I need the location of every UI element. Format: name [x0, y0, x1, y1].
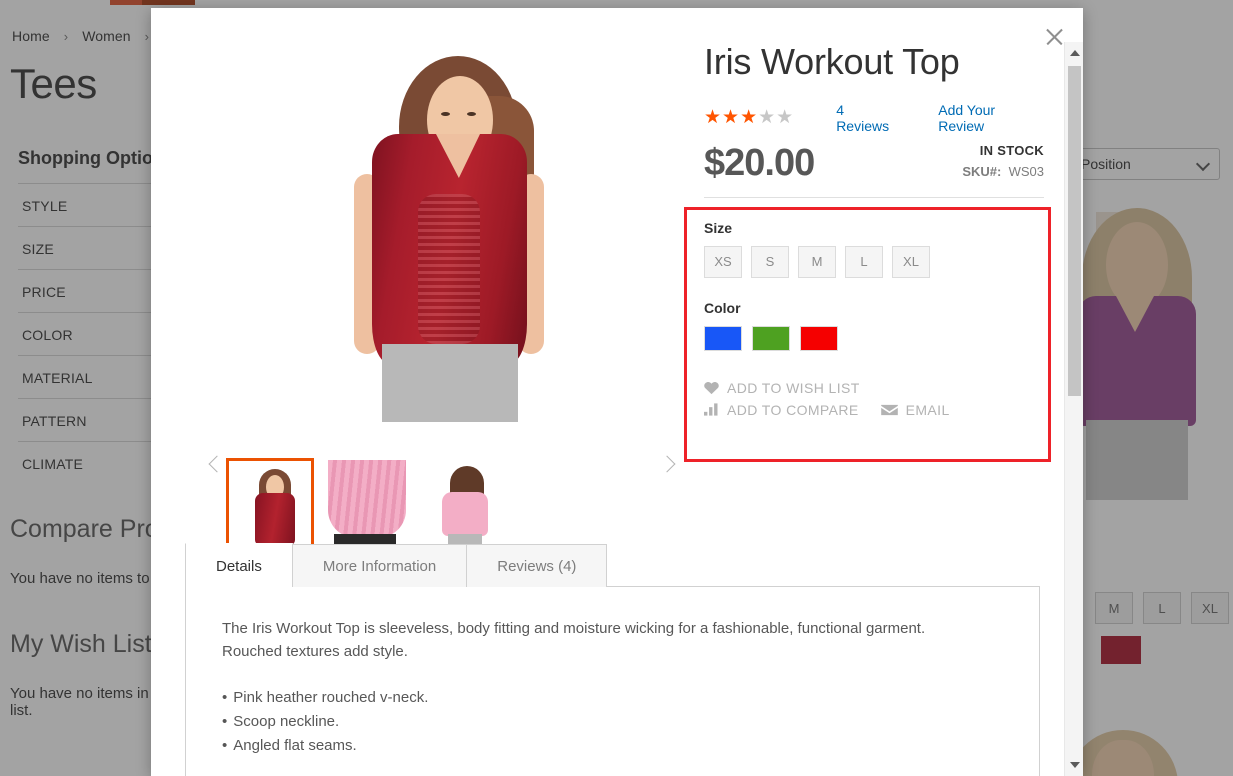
color-swatch-red[interactable]: [800, 325, 838, 351]
details-bullet-3: Angled flat seams.: [222, 734, 1005, 758]
stock-status-badge: IN STOCK: [979, 142, 1044, 158]
tab-more-information[interactable]: More Information: [292, 544, 468, 587]
add-to-wish-list-button[interactable]: ADD TO WISH LIST: [704, 377, 860, 399]
size-swatch-m[interactable]: M: [798, 245, 836, 278]
sku-value: WS03: [1008, 163, 1044, 179]
thumb1-top-shape: [255, 493, 295, 545]
color-swatch-list: [704, 325, 1044, 351]
gallery-thumbnail-1[interactable]: [226, 458, 314, 556]
product-options: Size XS S M L XL Color: [704, 220, 1044, 351]
email-button[interactable]: EMAIL: [880, 399, 950, 421]
product-info: Iris Workout Top ★★★★★ 4 Reviews Add You…: [704, 42, 1044, 421]
product-price: $20.00: [704, 141, 815, 184]
color-swatch-blue[interactable]: [704, 325, 742, 351]
thumb2-fabric-shape: [328, 460, 406, 538]
rating-row: ★★★★★ 4 Reviews Add Your Review: [704, 102, 1044, 134]
scroll-up-arrow-icon[interactable]: [1070, 50, 1080, 56]
action-row-wishlist: ADD TO WISH LIST: [704, 377, 1044, 399]
envelope-icon: [880, 404, 898, 416]
main-model-eye-right: [467, 112, 476, 116]
modal-scrollbar[interactable]: [1064, 42, 1083, 776]
gallery-thumbnail-3[interactable]: [418, 458, 506, 556]
main-product-ruching-texture: [418, 194, 480, 344]
size-swatch-xl[interactable]: XL: [892, 245, 930, 278]
stock-info: IN STOCK SKU#: WS03: [962, 143, 1044, 185]
size-swatch-l[interactable]: L: [845, 245, 883, 278]
price-row: $20.00 IN STOCK SKU#: WS03: [704, 142, 1044, 185]
add-to-wish-list-label: ADD TO WISH LIST: [727, 379, 860, 396]
add-to-compare-button[interactable]: ADD TO COMPARE: [704, 399, 859, 421]
color-option-label: Color: [704, 299, 741, 316]
main-model-pants-shape: [382, 344, 518, 422]
size-swatch-list: XS S M L XL: [704, 245, 1044, 278]
gallery-thumbnails: [226, 458, 506, 556]
details-bullet-2: Scoop neckline.: [222, 710, 1005, 734]
thumb3-top-shape: [442, 492, 488, 536]
gallery-thumbnail-2[interactable]: [322, 458, 410, 556]
scroll-down-arrow-icon[interactable]: [1070, 762, 1080, 768]
modal-scrollbar-thumb[interactable]: [1068, 66, 1081, 396]
size-swatch-xs[interactable]: XS: [704, 245, 742, 278]
product-sku: SKU#: WS03: [962, 164, 1044, 179]
reviews-count-link[interactable]: 4 Reviews: [836, 102, 900, 134]
quick-view-modal: Iris Workout Top ★★★★★ 4 Reviews Add You…: [151, 8, 1083, 776]
product-actions: ADD TO WISH LIST ADD TO COMPARE EMAIL: [704, 377, 1044, 421]
details-bullet-list: Pink heather rouched v-neck. Scoop neckl…: [222, 686, 1005, 758]
bar-chart-icon: [704, 403, 719, 416]
tab-reviews[interactable]: Reviews (4): [467, 544, 608, 587]
product-tabs: Details More Information Reviews (4) The…: [185, 543, 1040, 776]
info-divider: [704, 196, 1044, 198]
add-to-compare-label: ADD TO COMPARE: [727, 401, 859, 418]
action-row-compare-email: ADD TO COMPARE EMAIL: [704, 399, 1044, 421]
size-option-label: Size: [704, 219, 733, 236]
size-swatch-s[interactable]: S: [751, 245, 789, 278]
main-product-top-shape: [372, 134, 527, 364]
email-label: EMAIL: [905, 401, 950, 418]
tab-panel-details: The Iris Workout Top is sleeveless, body…: [185, 587, 1040, 776]
color-swatch-green[interactable]: [752, 325, 790, 351]
details-bullet-1: Pink heather rouched v-neck.: [222, 686, 1005, 710]
tab-details[interactable]: Details: [185, 543, 293, 587]
sku-label: SKU#:: [962, 163, 1002, 179]
heart-icon: [704, 381, 719, 395]
tab-list: Details More Information Reviews (4): [185, 543, 1040, 587]
gallery-prev-arrow-icon[interactable]: [206, 454, 228, 476]
gallery-next-arrow-icon[interactable]: [656, 454, 678, 476]
rating-stars[interactable]: ★★★★★: [704, 108, 794, 127]
main-product-image[interactable]: [196, 44, 698, 422]
modal-body: Iris Workout Top ★★★★★ 4 Reviews Add You…: [151, 8, 1064, 776]
screenshot-root: Home › Women › Tees Shopping Options STY…: [0, 0, 1233, 776]
details-paragraph: The Iris Workout Top is sleeveless, body…: [222, 620, 926, 661]
main-model-eye-left: [441, 112, 450, 116]
product-gallery: [196, 44, 698, 556]
product-title: Iris Workout Top: [704, 41, 960, 82]
add-your-review-link[interactable]: Add Your Review: [938, 102, 1044, 134]
